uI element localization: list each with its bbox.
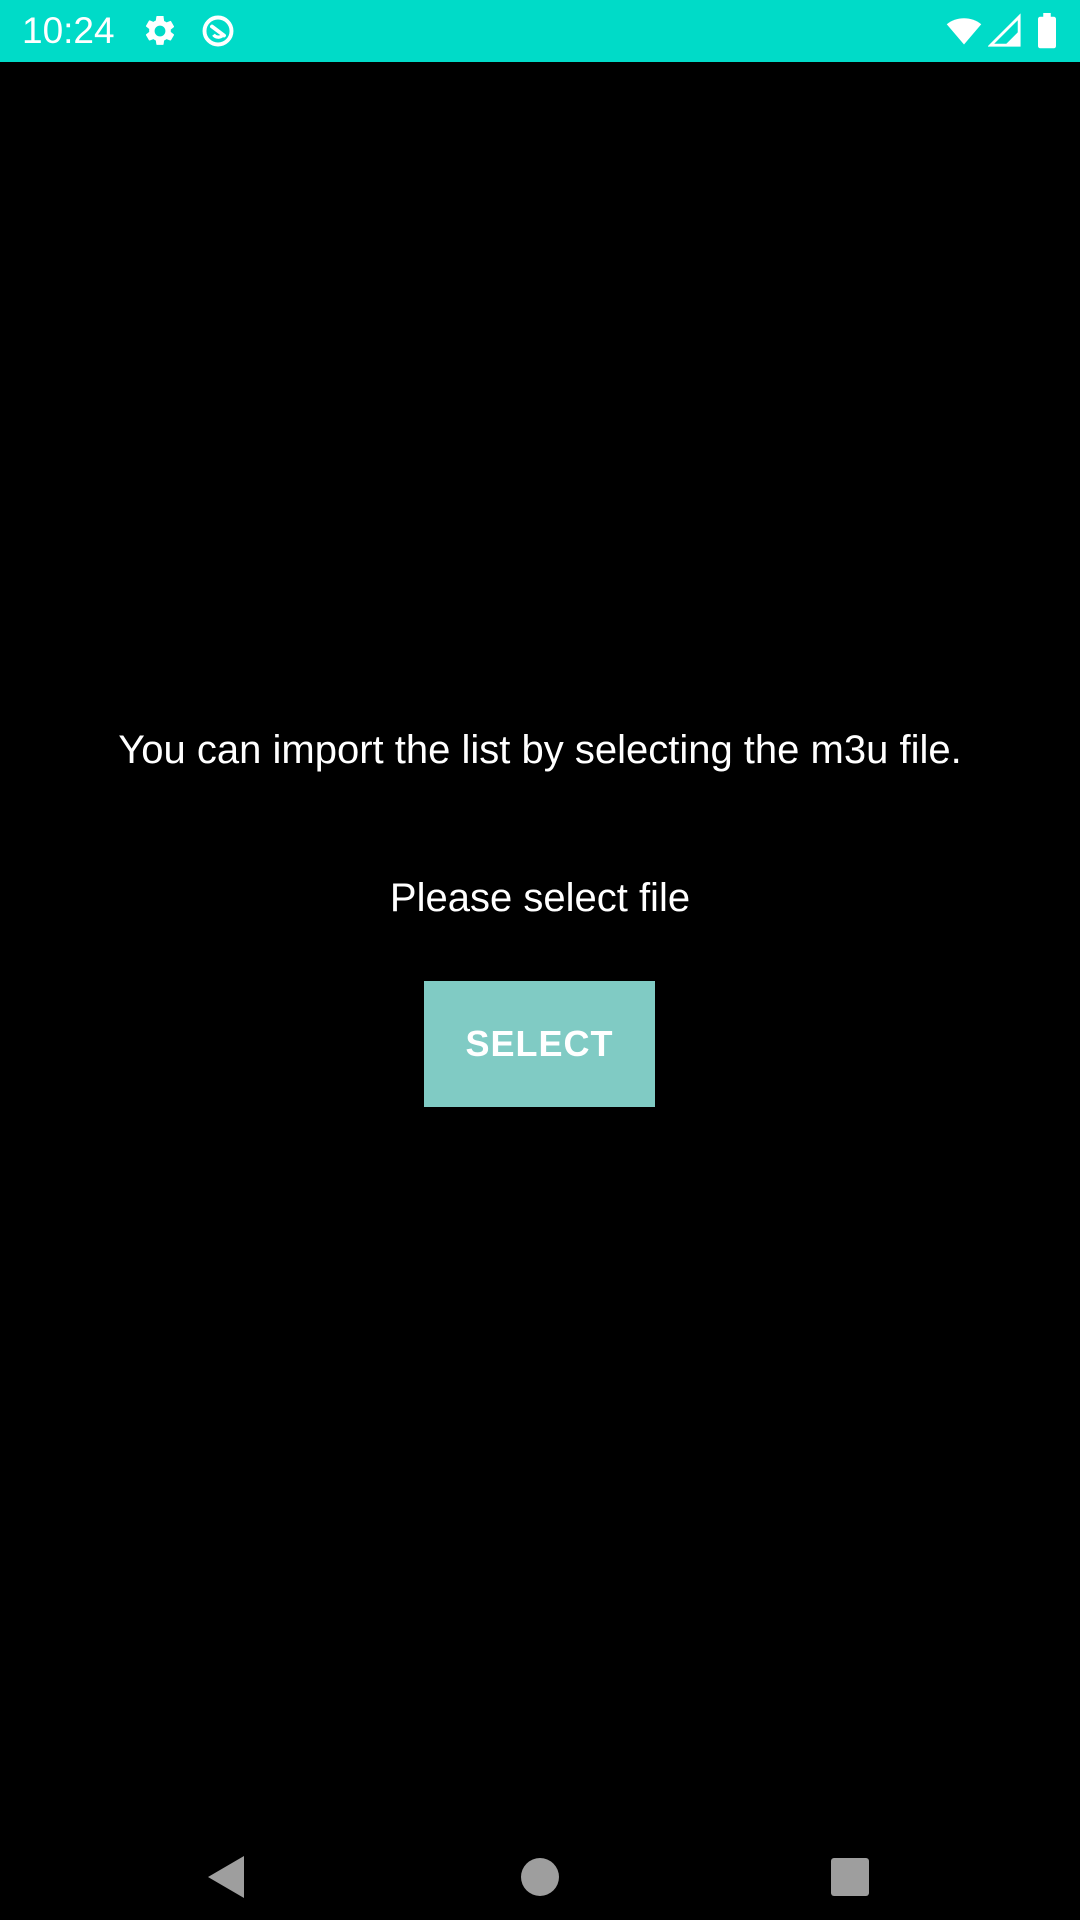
import-content: You can import the list by selecting the… (0, 62, 1080, 1828)
signal-icon (988, 13, 1022, 49)
battery-icon (1034, 13, 1060, 49)
gear-icon (142, 13, 178, 49)
navigation-bar (0, 1828, 1080, 1920)
screen: 10:24 You can import the list by selecti… (0, 0, 1080, 1920)
import-instructions: You can import the list by selecting the… (118, 728, 962, 772)
home-icon[interactable] (480, 1828, 600, 1920)
recents-icon[interactable] (790, 1828, 910, 1920)
select-button[interactable]: SELECT (424, 981, 655, 1107)
status-bar: 10:24 (0, 0, 1080, 62)
status-time: 10:24 (22, 10, 115, 51)
back-icon[interactable] (166, 1828, 286, 1920)
sync-circle-icon (200, 13, 236, 49)
wifi-icon (944, 13, 984, 49)
select-file-prompt: Please select file (389, 876, 691, 920)
